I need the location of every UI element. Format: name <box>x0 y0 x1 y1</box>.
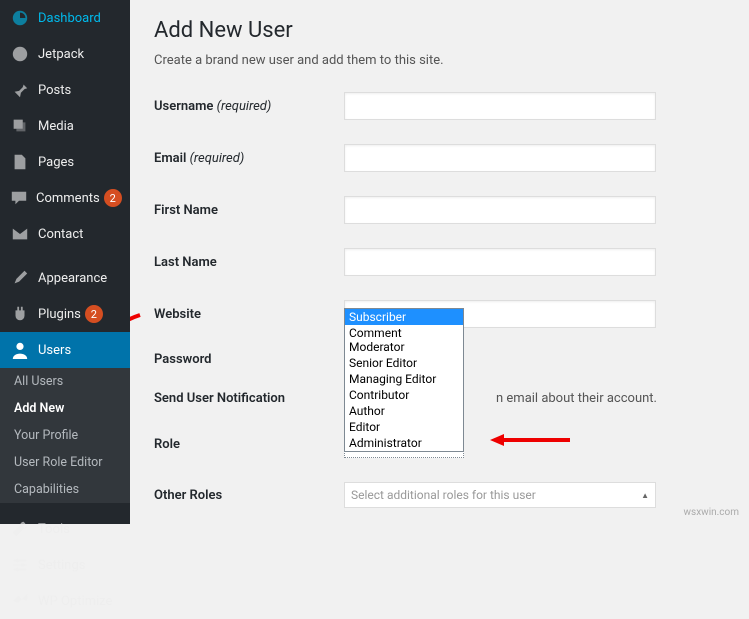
firstname-input[interactable] <box>344 196 656 224</box>
jetpack-icon <box>10 44 30 64</box>
role-option-contributor[interactable]: Contributor <box>345 387 463 403</box>
row-username: Username (required) <box>154 92 725 120</box>
email-input[interactable] <box>344 144 656 172</box>
sidebar-item-users[interactable]: Users <box>0 332 130 368</box>
row-firstname: First Name <box>154 196 725 224</box>
username-input[interactable] <box>344 92 656 120</box>
website-label: Website <box>154 307 344 322</box>
admin-sidebar: Dashboard Jetpack Posts Media Pages Comm… <box>0 0 130 524</box>
sidebar-label: Settings <box>38 558 85 573</box>
sidebar-label: Media <box>38 119 74 134</box>
sidebar-item-media[interactable]: Media <box>0 108 130 144</box>
main-content: Add New User Create a brand new user and… <box>130 0 749 524</box>
sidebar-item-pages[interactable]: Pages <box>0 144 130 180</box>
otherroles-placeholder: Select additional roles for this user <box>351 488 536 502</box>
role-dropdown-list: Subscriber Comment Moderator Senior Edit… <box>344 308 464 452</box>
sidebar-label: Posts <box>38 83 71 98</box>
otherroles-label: Other Roles <box>154 488 344 503</box>
sidebar-label: Plugins <box>38 307 81 322</box>
submenu-all-users[interactable]: All Users <box>0 368 130 395</box>
otherroles-select[interactable]: Select additional roles for this user ▲ <box>344 482 656 508</box>
sidebar-label: Dashboard <box>38 11 101 26</box>
media-icon <box>10 116 30 136</box>
role-option-senior-editor[interactable]: Senior Editor <box>345 355 463 371</box>
role-option-author[interactable]: Author <box>345 403 463 419</box>
sidebar-item-settings[interactable]: Settings <box>0 547 130 583</box>
row-email: Email (required) <box>154 144 725 172</box>
sidebar-item-dashboard[interactable]: Dashboard <box>0 0 130 36</box>
sidebar-label: Users <box>38 343 71 358</box>
role-option-subscriber[interactable]: Subscriber <box>345 309 463 325</box>
caret-icon: ▲ <box>641 491 649 500</box>
sidebar-item-jetpack[interactable]: Jetpack <box>0 36 130 72</box>
submenu-add-new[interactable]: Add New <box>0 395 130 422</box>
plugins-badge: 2 <box>85 305 103 323</box>
sidebar-label: Jetpack <box>38 47 84 62</box>
sidebar-item-tools[interactable]: Tools <box>0 511 130 547</box>
sidebar-label: Comments <box>36 191 100 206</box>
sidebar-item-wpoptimize[interactable]: WP Optimize <box>0 583 130 619</box>
sidebar-label: WP Optimize <box>38 594 112 609</box>
row-otherroles: Other Roles Select additional roles for … <box>154 482 725 508</box>
comment-icon <box>10 188 28 208</box>
dashboard-icon <box>10 8 30 28</box>
firstname-label: First Name <box>154 203 344 218</box>
username-label: Username (required) <box>154 99 344 114</box>
sidebar-item-posts[interactable]: Posts <box>0 72 130 108</box>
plugin-icon <box>10 304 30 324</box>
mail-icon <box>10 224 30 244</box>
lastname-input[interactable] <box>344 248 656 276</box>
sidebar-item-appearance[interactable]: Appearance <box>0 260 130 296</box>
sidebar-label: Appearance <box>38 271 107 286</box>
settings-icon <box>10 555 30 575</box>
sidebar-item-plugins[interactable]: Plugins 2 <box>0 296 130 332</box>
submenu-capabilities[interactable]: Capabilities <box>0 476 130 503</box>
row-lastname: Last Name <box>154 248 725 276</box>
page-subtitle: Create a brand new user and add them to … <box>154 53 725 68</box>
watermark: wsxwin.com <box>684 507 739 518</box>
role-option-editor[interactable]: Editor <box>345 419 463 435</box>
sidebar-item-contact[interactable]: Contact <box>0 216 130 252</box>
role-option-managing-editor[interactable]: Managing Editor <box>345 371 463 387</box>
role-option-comment-moderator[interactable]: Comment Moderator <box>345 325 463 355</box>
sidebar-item-comments[interactable]: Comments 2 <box>0 180 130 216</box>
pin-icon <box>10 80 30 100</box>
email-label: Email (required) <box>154 151 344 166</box>
lastname-label: Last Name <box>154 255 344 270</box>
sidebar-label: Pages <box>38 155 74 170</box>
comments-badge: 2 <box>104 189 122 207</box>
page-title: Add New User <box>154 18 725 43</box>
wrench-icon <box>10 519 30 539</box>
role-option-administrator[interactable]: Administrator <box>345 435 463 451</box>
role-label: Role <box>154 437 344 452</box>
user-icon <box>10 340 30 360</box>
submenu-user-role-editor[interactable]: User Role Editor <box>0 449 130 476</box>
brush-icon <box>10 268 30 288</box>
notification-text: n email about their account. <box>496 391 657 406</box>
users-submenu: All Users Add New Your Profile User Role… <box>0 368 130 503</box>
password-label: Password <box>154 352 344 367</box>
page-icon <box>10 152 30 172</box>
notification-label: Send User Notification <box>154 391 344 406</box>
optimize-icon <box>10 591 30 611</box>
submenu-your-profile[interactable]: Your Profile <box>0 422 130 449</box>
sidebar-label: Contact <box>38 227 83 242</box>
annotation-arrow-left <box>130 310 150 360</box>
